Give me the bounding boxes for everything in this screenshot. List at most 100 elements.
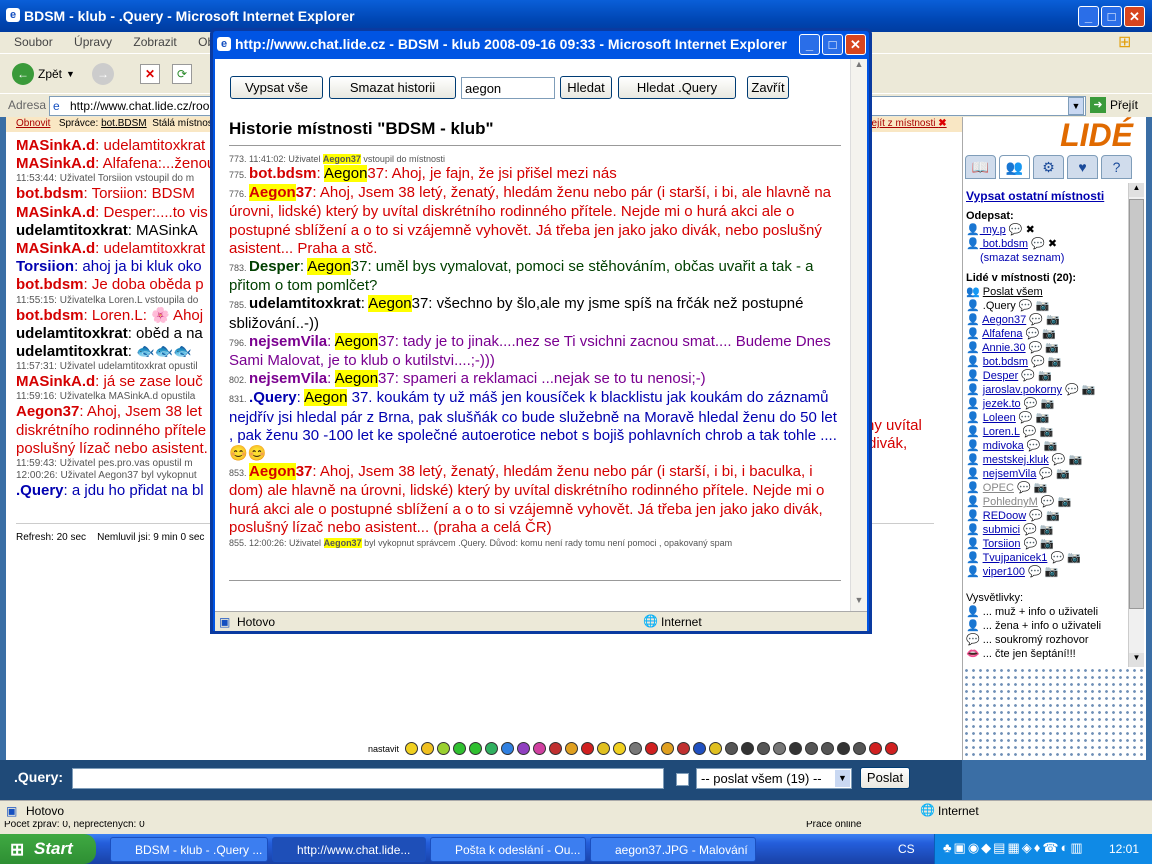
- chat-nick[interactable]: Aegon37: [16, 403, 79, 420]
- chat-bubble-icon[interactable]: 💬: [1020, 538, 1038, 550]
- leave-room-link[interactable]: dejít z místnosti ✖: [866, 118, 947, 129]
- chat-nick[interactable]: udelamtitoxkrat: [16, 222, 128, 239]
- tab-hearts-icon[interactable]: ♥: [1067, 155, 1098, 179]
- clear-history-button[interactable]: Smazat historii: [329, 76, 456, 99]
- history-nick[interactable]: .Query: [249, 389, 297, 406]
- user-link[interactable]: Alfafena: [982, 328, 1022, 340]
- chat-bubble-icon[interactable]: 💬: [1024, 440, 1041, 452]
- chat-nick[interactable]: MASinkA.d: [16, 240, 95, 257]
- popup-minimize-button[interactable]: _: [799, 34, 820, 55]
- smiley-icon[interactable]: [405, 742, 419, 756]
- user-link[interactable]: Tvujpanicek1: [983, 552, 1048, 564]
- back-button[interactable]: ← Zpět ▼: [12, 63, 75, 85]
- user-link[interactable]: viper100: [983, 566, 1025, 578]
- history-nick-highlight[interactable]: Aegon: [249, 463, 296, 481]
- popup-close-button[interactable]: ✕: [845, 34, 866, 55]
- refresh-icon[interactable]: ⟳: [172, 64, 192, 84]
- menu-view[interactable]: Zobrazit: [133, 35, 176, 49]
- chat-nick[interactable]: MASinkA.d: [16, 155, 95, 172]
- smiley-icon[interactable]: [597, 742, 611, 756]
- history-nick[interactable]: bot.bdsm: [249, 165, 317, 182]
- history-nick[interactable]: udelamtitoxkrat: [249, 295, 361, 312]
- history-nick[interactable]: nejsemVila: [249, 370, 327, 387]
- smiley-set-label[interactable]: nastavit: [368, 744, 399, 754]
- list-other-rooms-link[interactable]: Vypsat ostatní místnosti: [966, 189, 1130, 203]
- popup-scrollbar[interactable]: ▲ ▼: [850, 59, 867, 611]
- chat-nick[interactable]: udelamtitoxkrat: [16, 343, 128, 360]
- user-link[interactable]: OPEC: [983, 482, 1014, 494]
- smiley-icon[interactable]: [677, 742, 691, 756]
- user-link[interactable]: .Query: [983, 300, 1016, 312]
- sidebar-scrollbar[interactable]: ▲ ▼: [1128, 183, 1144, 667]
- close-history-button[interactable]: Zavřít: [747, 76, 789, 99]
- chat-nick[interactable]: MASinkA.d: [16, 204, 95, 221]
- task-bdsm-klub[interactable]: BDSM - klub - .Query ...: [110, 837, 268, 862]
- smiley-icon[interactable]: [805, 742, 819, 756]
- smiley-icon[interactable]: [485, 742, 499, 756]
- smiley-icon[interactable]: [453, 742, 467, 756]
- smiley-icon[interactable]: [629, 742, 643, 756]
- popup-scroll-up-icon[interactable]: ▲: [851, 59, 867, 75]
- list-all-button[interactable]: Vypsat vše: [230, 76, 323, 99]
- chat-bubble-icon[interactable]: 💬: [1062, 384, 1079, 396]
- send-button[interactable]: Poslat: [860, 767, 910, 789]
- tab-help-icon[interactable]: ?: [1101, 155, 1132, 179]
- chat-bubble-icon[interactable]: 💬: [1023, 328, 1040, 340]
- chat-bubble-icon[interactable]: 💬: [1036, 468, 1053, 480]
- chat-bubble-icon[interactable]: 💬: [1014, 482, 1031, 494]
- chat-nick[interactable]: bot.bdsm: [16, 185, 84, 202]
- smiley-icon[interactable]: [837, 742, 851, 756]
- chat-nick[interactable]: bot.bdsm: [16, 307, 84, 324]
- smiley-icon[interactable]: [533, 742, 547, 756]
- user-link[interactable]: PohlednyM: [983, 496, 1038, 508]
- history-nick[interactable]: Desper: [249, 258, 300, 275]
- language-indicator[interactable]: CS: [898, 842, 915, 856]
- task-posta[interactable]: Pošta k odeslání - Ou...: [430, 837, 586, 862]
- user-link[interactable]: mdivoka: [983, 440, 1024, 452]
- search-button[interactable]: Hledat: [560, 76, 612, 99]
- smiley-icon[interactable]: [501, 742, 515, 756]
- chat-nick[interactable]: Torsiion: [16, 258, 74, 275]
- odepsat-user-link[interactable]: my.p: [980, 224, 1006, 236]
- scroll-up-icon[interactable]: ▲: [1129, 183, 1144, 197]
- user-link[interactable]: REDoow: [983, 510, 1026, 522]
- smiley-icon[interactable]: [693, 742, 707, 756]
- chat-bubble-icon[interactable]: 💬: [1026, 510, 1043, 522]
- refresh-link[interactable]: Obnovit: [16, 118, 50, 129]
- private-checkbox[interactable]: [676, 773, 689, 786]
- search-query-button[interactable]: Hledat .Query: [618, 76, 736, 99]
- history-nick[interactable]: 37: [296, 463, 313, 480]
- chat-bubble-icon[interactable]: 💬: [1049, 454, 1066, 466]
- smiley-icon[interactable]: [437, 742, 451, 756]
- user-link[interactable]: jaroslav.pokorny: [983, 384, 1062, 396]
- smiley-icon[interactable]: [421, 742, 435, 756]
- user-link[interactable]: Annie.30: [982, 342, 1025, 354]
- task-chat-lide[interactable]: http://www.chat.lide...: [272, 837, 426, 862]
- popup-titlebar[interactable]: e http://www.chat.lide.cz - BDSM - klub …: [213, 31, 869, 59]
- user-link[interactable]: Desper: [983, 370, 1018, 382]
- tray-icons[interactable]: ♣▣◉◆▤▦◈♦☎◐▥: [943, 840, 1085, 856]
- popup-maximize-button[interactable]: □: [822, 34, 843, 55]
- chat-bubble-icon[interactable]: 💬: [1021, 398, 1038, 410]
- smiley-icon[interactable]: [821, 742, 835, 756]
- smiley-icon[interactable]: [469, 742, 483, 756]
- history-search-input[interactable]: aegon: [461, 77, 555, 99]
- chat-nick[interactable]: MASinkA.d: [16, 373, 95, 390]
- chat-bubble-icon[interactable]: 💬: [1028, 238, 1045, 250]
- history-nick[interactable]: nejsemVila: [249, 333, 327, 350]
- maximize-button[interactable]: □: [1101, 6, 1122, 27]
- chat-bubble-icon[interactable]: 💬: [1026, 342, 1043, 354]
- chat-bubble-icon[interactable]: 💬: [1006, 224, 1023, 236]
- chat-nick[interactable]: bot.bdsm: [16, 276, 84, 293]
- smiley-icon[interactable]: [549, 742, 563, 756]
- smiley-icon[interactable]: [565, 742, 579, 756]
- user-link[interactable]: Loren.L: [983, 426, 1020, 438]
- address-dropdown-icon[interactable]: ▼: [1068, 97, 1084, 115]
- smiley-icon[interactable]: [645, 742, 659, 756]
- smiley-icon[interactable]: [709, 742, 723, 756]
- chat-nick[interactable]: MASinkA.d: [16, 137, 95, 154]
- chat-bubble-icon[interactable]: 💬: [1018, 370, 1035, 382]
- smiley-icon[interactable]: [773, 742, 787, 756]
- chat-bubble-icon[interactable]: 💬: [1020, 524, 1037, 536]
- message-input[interactable]: [72, 768, 664, 789]
